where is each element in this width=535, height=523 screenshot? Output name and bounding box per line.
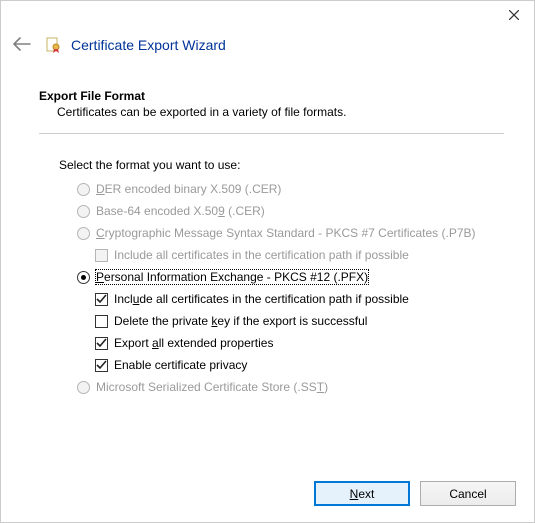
radio-pfx[interactable]: Personal Information Exchange - PKCS #12… <box>77 270 504 284</box>
back-button[interactable] <box>13 37 31 54</box>
section-heading: Export File Format <box>39 89 504 103</box>
checkbox-p7b-includepath: Include all certificates in the certific… <box>77 248 504 262</box>
checkbox-label: Export all extended properties <box>114 336 273 350</box>
content-area: Export File Format Certificates can be e… <box>1 89 534 394</box>
radio-der: DER encoded binary X.509 (.CER) <box>77 182 504 196</box>
checkbox-icon <box>95 249 108 262</box>
radio-icon <box>77 271 90 284</box>
checkbox-label: Delete the private key if the export is … <box>114 314 367 328</box>
radio-label: Microsoft Serialized Certificate Store (… <box>96 380 328 394</box>
divider <box>39 133 504 134</box>
radio-icon <box>77 205 90 218</box>
checkbox-label: Include all certificates in the certific… <box>114 248 409 262</box>
radio-sst: Microsoft Serialized Certificate Store (… <box>77 380 504 394</box>
close-icon <box>509 10 519 20</box>
radio-base64: Base-64 encoded X.509 (.CER) <box>77 204 504 218</box>
radio-icon <box>77 227 90 240</box>
radio-label: Personal Information Exchange - PKCS #12… <box>96 270 368 284</box>
titlebar <box>1 1 534 31</box>
checkbox-icon <box>95 337 108 350</box>
cancel-button[interactable]: Cancel <box>420 481 516 506</box>
instruction-text: Select the format you want to use: <box>39 158 504 172</box>
wizard-title: Certificate Export Wizard <box>71 37 226 53</box>
radio-icon <box>77 381 90 394</box>
checkbox-pfx-privacy[interactable]: Enable certificate privacy <box>77 358 504 372</box>
checkbox-icon <box>95 359 108 372</box>
header: Certificate Export Wizard <box>1 31 534 59</box>
radio-label: Base-64 encoded X.509 (.CER) <box>96 204 265 218</box>
close-button[interactable] <box>494 1 534 29</box>
radio-label: DER encoded binary X.509 (.CER) <box>96 182 281 196</box>
wizard-window: Certificate Export Wizard Export File Fo… <box>0 0 535 523</box>
radio-p7b: Cryptographic Message Syntax Standard - … <box>77 226 504 240</box>
radio-icon <box>77 183 90 196</box>
certificate-icon <box>45 37 61 53</box>
checkbox-label: Include all certificates in the certific… <box>114 292 409 306</box>
checkbox-icon <box>95 293 108 306</box>
checkbox-pfx-deletekey[interactable]: Delete the private key if the export is … <box>77 314 504 328</box>
button-bar: Next Cancel <box>314 481 516 506</box>
next-button[interactable]: Next <box>314 481 410 506</box>
format-options: DER encoded binary X.509 (.CER) Base-64 … <box>39 182 504 394</box>
section-subheading: Certificates can be exported in a variet… <box>39 105 504 119</box>
checkbox-label: Enable certificate privacy <box>114 358 247 372</box>
checkbox-pfx-includepath[interactable]: Include all certificates in the certific… <box>77 292 504 306</box>
back-arrow-icon <box>13 37 31 51</box>
checkbox-icon <box>95 315 108 328</box>
checkbox-pfx-extprops[interactable]: Export all extended properties <box>77 336 504 350</box>
radio-label: Cryptographic Message Syntax Standard - … <box>96 226 476 240</box>
